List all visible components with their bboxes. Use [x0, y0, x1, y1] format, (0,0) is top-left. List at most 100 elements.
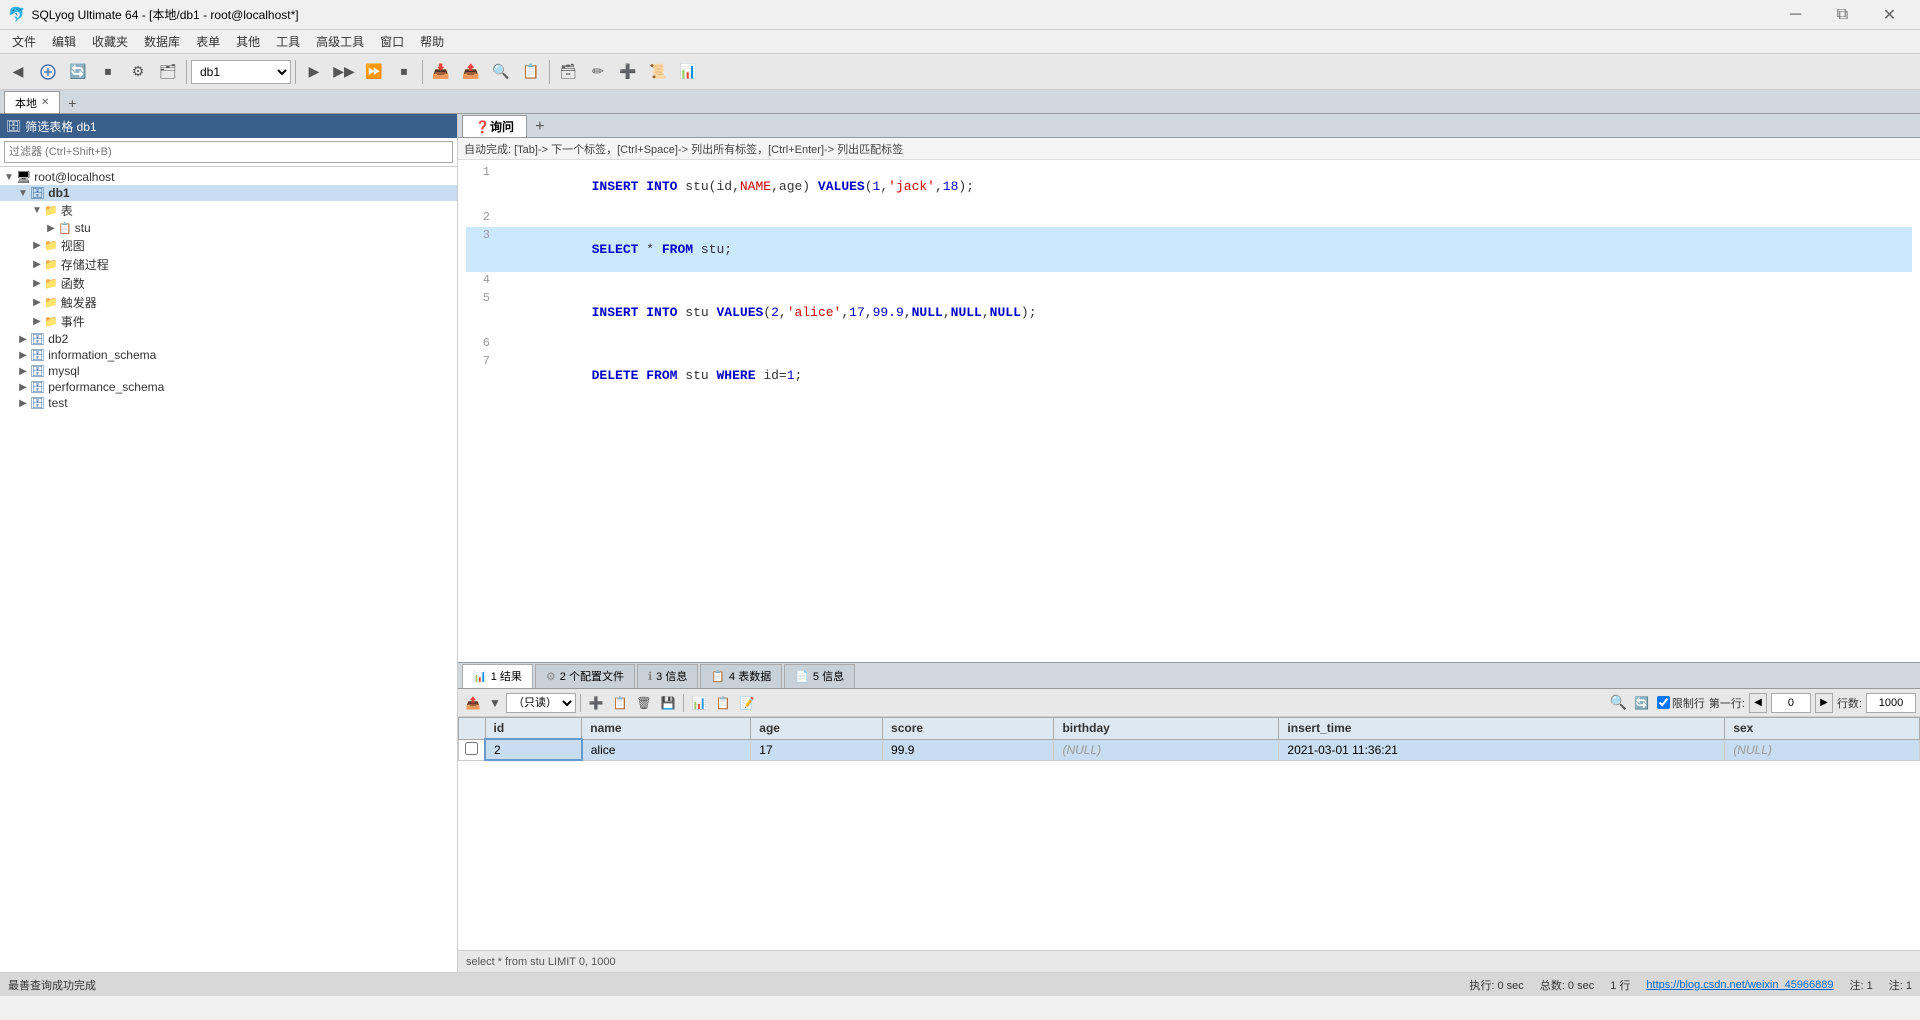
res-save-button[interactable]: 💾 — [657, 692, 679, 714]
res-clone-row-button[interactable]: 📋 — [609, 692, 631, 714]
filter-icon[interactable]: 🔍 — [1609, 694, 1626, 711]
res-view-btn1[interactable]: 📊 — [688, 692, 710, 714]
tree-node-test[interactable]: ▶ 🗄 test — [0, 395, 457, 411]
tree-toggle-tables[interactable]: ▼ — [30, 205, 44, 216]
menu-other[interactable]: 其他 — [228, 31, 268, 52]
tree-toggle-procs[interactable]: ▶ — [30, 259, 44, 270]
col-name[interactable]: name — [582, 718, 751, 740]
tree-toggle-events[interactable]: ▶ — [30, 316, 44, 327]
link-csdn[interactable]: https://blog.csdn.net/weixin_45966889 — [1646, 979, 1833, 991]
tb-export-button[interactable]: 📤 — [457, 58, 485, 86]
tree-node-triggers[interactable]: ▶ 📁 触发器 — [0, 293, 457, 312]
minimize-button[interactable]: ─ — [1773, 0, 1818, 30]
tree-node-events[interactable]: ▶ 📁 事件 — [0, 312, 457, 331]
tree-node-mysql[interactable]: ▶ 🗄 mysql — [0, 363, 457, 379]
menu-tools[interactable]: 工具 — [268, 31, 308, 52]
result-tab-tabledata[interactable]: 📋 4 表数据 — [700, 664, 782, 688]
add-query-tab-button[interactable]: + — [529, 117, 551, 137]
sql-editor[interactable]: 1 INSERT INTO stu(id,NAME,age) VALUES(1,… — [458, 160, 1920, 662]
col-birthday[interactable]: birthday — [1054, 718, 1279, 740]
tree-node-views[interactable]: ▶ 📁 视图 — [0, 236, 457, 255]
cell-score[interactable]: 99.9 — [883, 739, 1054, 760]
cell-insert-time[interactable]: 2021-03-01 11:36:21 — [1279, 739, 1725, 760]
cell-name[interactable]: alice — [582, 739, 751, 760]
menu-window[interactable]: 窗口 — [372, 31, 412, 52]
col-sex[interactable]: sex — [1725, 718, 1920, 740]
add-conn-tab-button[interactable]: + — [62, 93, 82, 113]
menu-favorites[interactable]: 收藏夹 — [84, 31, 136, 52]
res-add-row-button[interactable]: ➕ — [585, 692, 607, 714]
tree-toggle-root[interactable]: ▼ — [2, 172, 16, 183]
cell-birthday[interactable]: (NULL) — [1054, 739, 1279, 760]
tree-toggle-stu[interactable]: ▶ — [44, 223, 58, 234]
tb-history-button[interactable]: 📜 — [644, 58, 672, 86]
tree-node-infoschema[interactable]: ▶ 🗄 information_schema — [0, 347, 457, 363]
query-tab-main[interactable]: ❓ 询问 — [462, 115, 527, 137]
row-count-input[interactable] — [1866, 693, 1916, 713]
restore-button[interactable]: ⧉ — [1820, 0, 1865, 30]
result-tab-config[interactable]: ⚙ 2 个配置文件 — [535, 664, 635, 688]
tree-toggle-test[interactable]: ▶ — [16, 398, 30, 409]
result-tab-info[interactable]: ℹ 3 信息 — [637, 664, 698, 688]
cell-id[interactable]: 2 — [485, 739, 582, 760]
db-selector[interactable]: db1 db2 information_schema mysql perform… — [191, 60, 291, 84]
tree-node-root[interactable]: ▼ 🖥 root@localhost — [0, 169, 457, 185]
tb-search-button[interactable]: 🔍 — [487, 58, 515, 86]
tb-stats-button[interactable]: 📊 — [674, 58, 702, 86]
prev-page-button[interactable]: ◀ — [1749, 693, 1767, 713]
tb-settings-button[interactable]: ⚙ — [124, 58, 152, 86]
col-age[interactable]: age — [751, 718, 883, 740]
tree-node-db2[interactable]: ▶ 🗄 db2 — [0, 331, 457, 347]
menu-table[interactable]: 表单 — [188, 31, 228, 52]
tb-exec-current-button[interactable]: ▶▶ — [330, 58, 358, 86]
tree-node-perfschema[interactable]: ▶ 🗄 performance_schema — [0, 379, 457, 395]
menu-edit[interactable]: 编辑 — [44, 31, 84, 52]
next-page-button[interactable]: ▶ — [1815, 693, 1833, 713]
cell-age[interactable]: 17 — [751, 739, 883, 760]
res-del-row-button[interactable]: 🗑 — [633, 692, 655, 714]
first-row-input[interactable] — [1771, 693, 1811, 713]
tb-insert-button[interactable]: ➕ — [614, 58, 642, 86]
tb-stop-button[interactable]: ⏹ — [94, 58, 122, 86]
col-insert-time[interactable]: insert_time — [1279, 718, 1725, 740]
result-tab-msginfo[interactable]: 📄 5 信息 — [784, 664, 855, 688]
tree-node-funcs[interactable]: ▶ 📁 函数 — [0, 274, 457, 293]
tb-alter-button[interactable]: ✏ — [584, 58, 612, 86]
cell-sex[interactable]: (NULL) — [1725, 739, 1920, 760]
tree-toggle-funcs[interactable]: ▶ — [30, 278, 44, 289]
tb-exec-all-button[interactable]: ⏩ — [360, 58, 388, 86]
tree-toggle-infoschema[interactable]: ▶ — [16, 350, 30, 361]
close-button[interactable]: ✕ — [1867, 0, 1912, 30]
tb-copy-button[interactable]: 📋 — [517, 58, 545, 86]
tree-node-stu[interactable]: ▶ 📋 stu — [0, 220, 457, 236]
tb-stop2-button[interactable]: ⏹ — [390, 58, 418, 86]
result-tab-results[interactable]: 📊 1 结果 — [462, 664, 533, 688]
row-checkbox[interactable] — [465, 742, 478, 755]
tb-table-button[interactable]: 🗃 — [554, 58, 582, 86]
tb-exec-button[interactable]: ▶ — [300, 58, 328, 86]
tree-node-db1[interactable]: ▼ 🗄 db1 — [0, 185, 457, 201]
readonly-select[interactable]: （只读） — [506, 693, 576, 713]
tb-back-button[interactable]: ◀ — [4, 58, 32, 86]
filter-input[interactable] — [4, 141, 453, 163]
tree-toggle-mysql[interactable]: ▶ — [16, 366, 30, 377]
conn-tab-local[interactable]: 本地 ✕ — [4, 91, 60, 113]
tree-toggle-views[interactable]: ▶ — [30, 240, 44, 251]
tb-refresh-button[interactable]: 🔄 — [64, 58, 92, 86]
table-row[interactable]: 2 alice 17 99.9 (NULL) 2021-03-01 11:36:… — [459, 739, 1920, 760]
tree-node-procs[interactable]: ▶ 📁 存储过程 — [0, 255, 457, 274]
menu-advanced[interactable]: 高级工具 — [308, 31, 372, 52]
tb-import-button[interactable]: 📥 — [427, 58, 455, 86]
col-score[interactable]: score — [883, 718, 1054, 740]
tree-toggle-triggers[interactable]: ▶ — [30, 297, 44, 308]
tree-toggle-db2[interactable]: ▶ — [16, 334, 30, 345]
data-table-container[interactable]: id name age score birthday insert_time s… — [458, 717, 1920, 950]
menu-help[interactable]: 帮助 — [412, 31, 452, 52]
tb-new-conn-button[interactable] — [34, 58, 62, 86]
res-view-btn2[interactable]: 📋 — [712, 692, 734, 714]
limit-checkbox[interactable] — [1657, 696, 1670, 709]
res-export-button[interactable]: 📤 — [462, 692, 484, 714]
tree-toggle-db1[interactable]: ▼ — [16, 188, 30, 199]
tb-schema-button[interactable]: 🗂 — [154, 58, 182, 86]
col-id[interactable]: id — [485, 718, 582, 740]
